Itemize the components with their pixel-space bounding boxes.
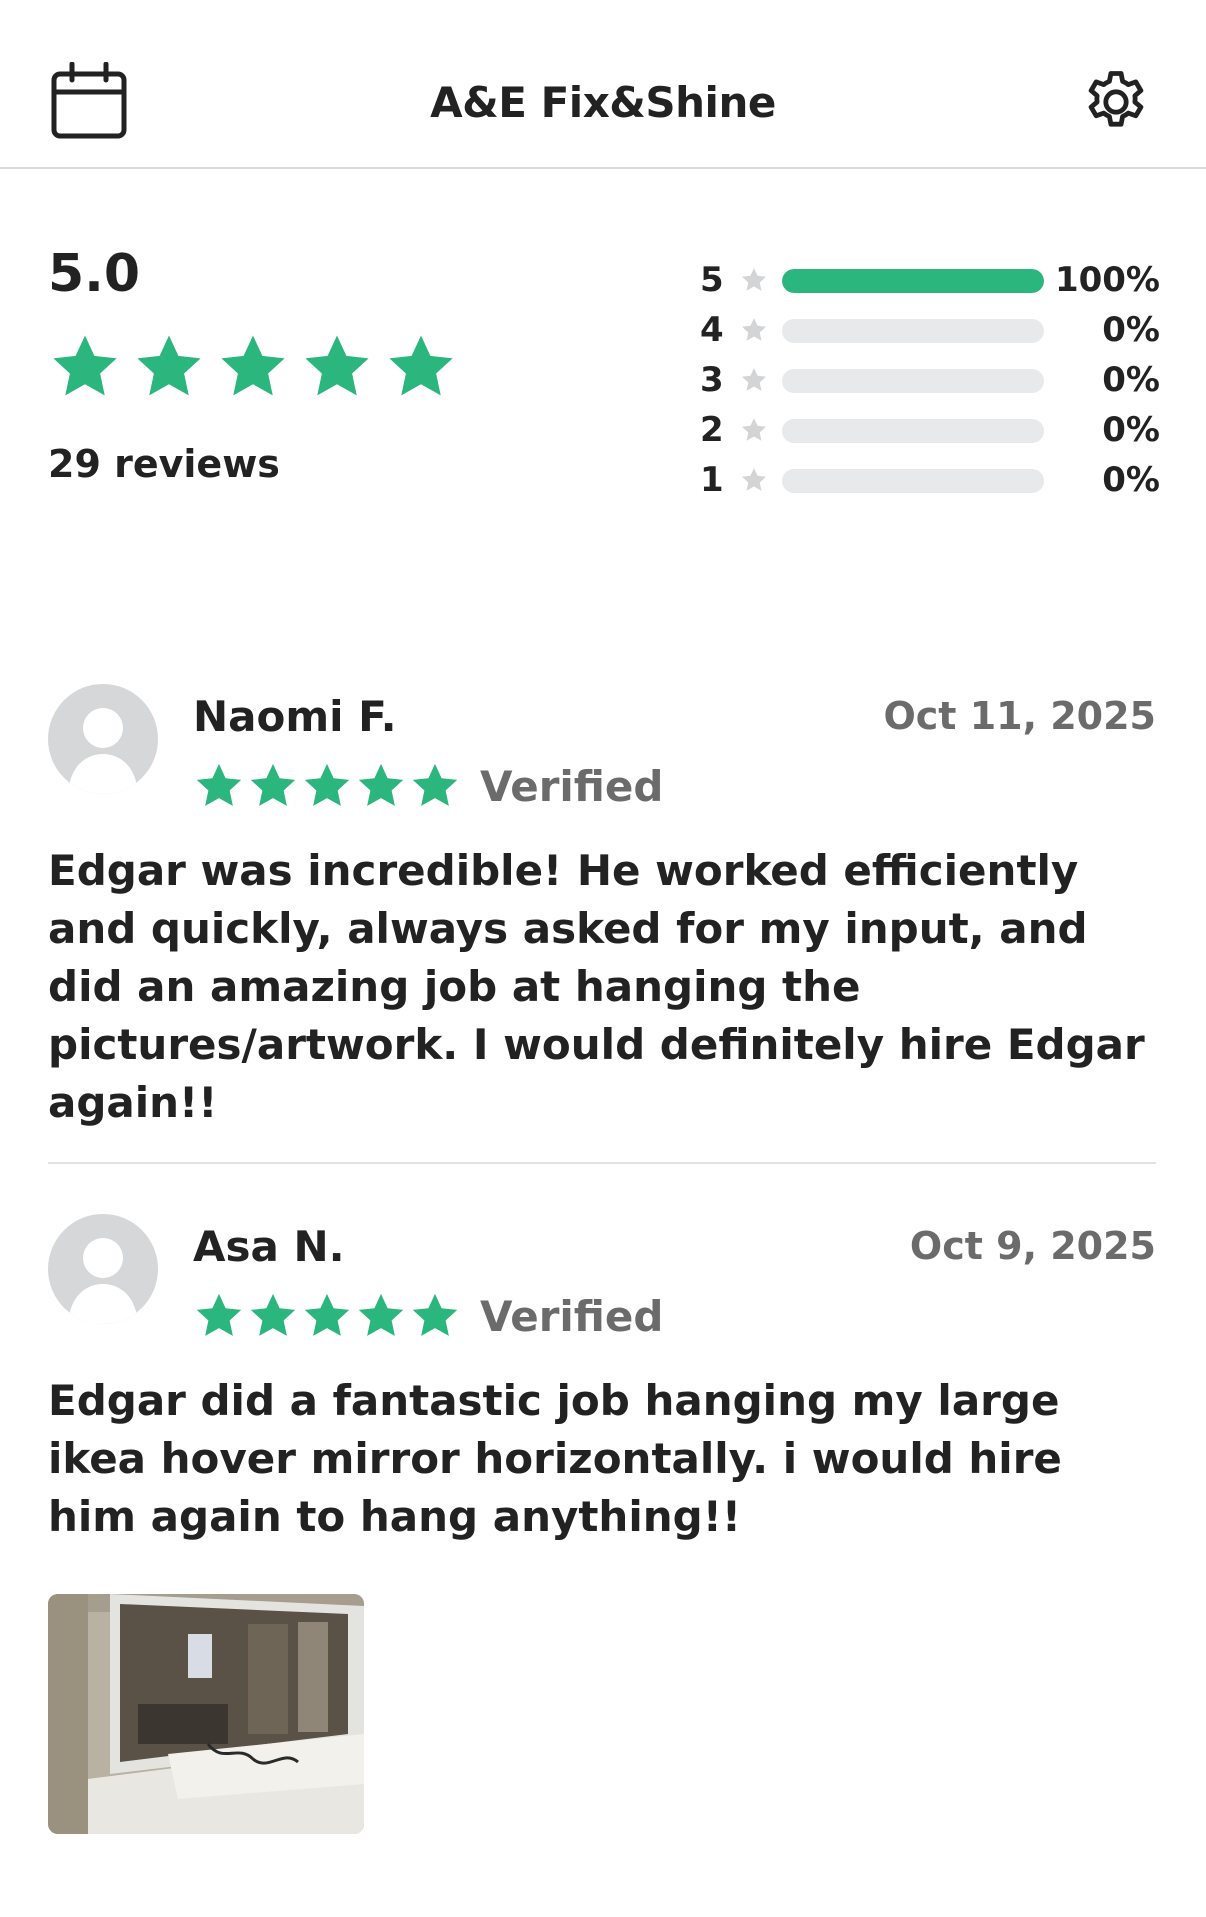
review-photo-thumbnail[interactable] bbox=[48, 1594, 364, 1834]
avatar-placeholder-icon bbox=[68, 1238, 138, 1324]
distribution-bar bbox=[782, 419, 1044, 443]
star-icon bbox=[389, 335, 453, 396]
star-icon bbox=[53, 335, 117, 396]
star-icon bbox=[358, 763, 404, 806]
distribution-bar bbox=[782, 369, 1044, 393]
star-icon bbox=[742, 268, 766, 291]
average-rating: 5.0 bbox=[48, 244, 141, 304]
distribution-row: 1 0% bbox=[700, 456, 1160, 506]
review-date: Oct 11, 2025 bbox=[883, 694, 1156, 738]
distribution-star-count: 4 bbox=[700, 310, 724, 350]
distribution-percent: 0% bbox=[1102, 360, 1160, 400]
distribution-bar bbox=[782, 469, 1044, 493]
distribution-star-count: 1 bbox=[700, 460, 724, 500]
review-stars bbox=[193, 760, 461, 812]
distribution-star-count: 3 bbox=[700, 360, 724, 400]
star-icon bbox=[358, 1293, 404, 1336]
star-icon bbox=[412, 1293, 458, 1336]
star-icon bbox=[304, 1293, 350, 1336]
distribution-row: 2 0% bbox=[700, 406, 1160, 456]
star-icon bbox=[221, 335, 285, 396]
star-icon bbox=[137, 335, 201, 396]
star-icon bbox=[412, 763, 458, 806]
mirror-photo-image bbox=[48, 1594, 364, 1834]
distribution-bar-fill bbox=[782, 269, 1044, 293]
star-icon bbox=[305, 335, 369, 396]
distribution-star-count: 5 bbox=[700, 260, 724, 300]
distribution-row: 4 0% bbox=[700, 306, 1160, 356]
review-card: Asa N. Oct 9, 2025 Verified Edgar did a … bbox=[48, 1214, 1156, 1854]
review-card: Naomi F. Oct 11, 2025 Verified Edgar was… bbox=[48, 684, 1156, 1127]
avatar bbox=[48, 684, 158, 794]
star-icon bbox=[304, 763, 350, 806]
distribution-percent: 0% bbox=[1102, 310, 1160, 350]
page-title: A&E Fix&Shine bbox=[430, 78, 776, 127]
star-icon bbox=[742, 368, 766, 391]
review-text: Edgar did a fantastic job hanging my lar… bbox=[48, 1376, 1062, 1541]
gear-icon[interactable] bbox=[1080, 66, 1152, 138]
average-stars bbox=[48, 330, 458, 404]
rating-distribution: 5 100% 4 0% 3 0% 2 0% 1 0% bbox=[700, 256, 1160, 506]
verified-badge: Verified bbox=[480, 762, 664, 811]
review-stars bbox=[193, 1290, 461, 1342]
star-icon bbox=[250, 1293, 296, 1336]
star-icon bbox=[250, 763, 296, 806]
distribution-percent: 0% bbox=[1102, 410, 1160, 450]
star-icon bbox=[742, 418, 766, 441]
star-icon bbox=[196, 763, 242, 806]
review-divider bbox=[48, 1162, 1156, 1164]
reviewer-name: Naomi F. bbox=[193, 692, 397, 741]
verified-badge: Verified bbox=[480, 1292, 664, 1341]
star-icon bbox=[196, 1293, 242, 1336]
distribution-row: 5 100% bbox=[700, 256, 1160, 306]
star-icon bbox=[742, 468, 766, 491]
distribution-percent: 0% bbox=[1102, 460, 1160, 500]
distribution-bar bbox=[782, 269, 1044, 293]
avatar-placeholder-icon bbox=[68, 708, 138, 794]
avatar bbox=[48, 1214, 158, 1324]
reviewer-name: Asa N. bbox=[193, 1222, 345, 1271]
review-date: Oct 9, 2025 bbox=[909, 1224, 1156, 1268]
distribution-bar bbox=[782, 319, 1044, 343]
review-text: Edgar was incredible! He worked efficien… bbox=[48, 846, 1145, 1127]
distribution-percent: 100% bbox=[1054, 260, 1160, 300]
reviews-count: 29 reviews bbox=[48, 442, 280, 486]
distribution-star-count: 2 bbox=[700, 410, 724, 450]
app-header: A&E Fix&Shine bbox=[0, 0, 1206, 169]
star-icon bbox=[742, 318, 766, 341]
distribution-row: 3 0% bbox=[700, 356, 1160, 406]
